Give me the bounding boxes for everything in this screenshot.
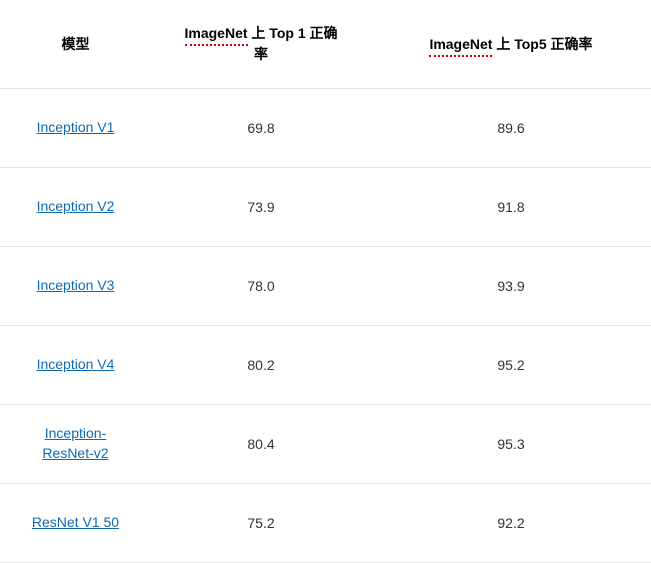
top1-value: 80.4 [247,436,274,452]
top1-cell: 75.2 [151,484,371,563]
table-row: Inception-ResNet-v2 80.4 95.3 [0,405,651,484]
model-link[interactable]: Inception V2 [27,197,125,217]
model-link[interactable]: Inception V3 [27,276,125,296]
table-body: Inception V1 69.8 89.6 Inception V2 73.9 91.8… [0,89,651,563]
top5-cell: 93.9 [371,247,651,326]
table-row: ResNet V1 50 75.2 92.2 [0,484,651,563]
top5-value: 89.6 [497,120,524,136]
model-cell: ResNet V1 50 [0,484,151,563]
top1-cell: 73.9 [151,168,371,247]
top5-value: 92.2 [497,515,524,531]
model-cell: Inception V4 [0,326,151,405]
header-top1: ImageNet 上 Top 1 正确 率 [151,0,371,89]
model-cell: Inception V2 [0,168,151,247]
top1-cell: 80.4 [151,405,371,484]
header-top5-prefix: ImageNet [429,34,492,55]
header-top1-prefix: ImageNet [185,23,248,44]
table-row: Inception V1 69.8 89.6 [0,89,651,168]
model-cell: Inception V3 [0,247,151,326]
model-link[interactable]: Inception V4 [27,355,125,375]
header-top5: ImageNet 上 Top5 正确率 [371,0,651,89]
header-model: 模型 [0,0,151,89]
top1-value: 69.8 [247,120,274,136]
top5-cell: 95.2 [371,326,651,405]
model-link[interactable]: Inception V1 [27,118,125,138]
top1-value: 80.2 [247,357,274,373]
top1-value: 78.0 [247,278,274,294]
top5-cell: 91.8 [371,168,651,247]
top5-value: 93.9 [497,278,524,294]
table-header-row: 模型 ImageNet 上 Top 1 正确 率 ImageNet 上 Top5… [0,0,651,89]
table-row: Inception V3 78.0 93.9 [0,247,651,326]
top5-cell: 89.6 [371,89,651,168]
model-link[interactable]: Inception-ResNet-v2 [32,424,118,463]
top1-cell: 78.0 [151,247,371,326]
top5-value: 91.8 [497,199,524,215]
header-top5-rest: 上 Top5 正确率 [492,36,592,52]
top1-value: 75.2 [247,515,274,531]
model-cell: Inception-ResNet-v2 [0,405,151,484]
table-row: Inception V4 80.2 95.2 [0,326,651,405]
header-top1-mid: 上 Top 1 正确 [248,25,338,41]
top5-cell: 92.2 [371,484,651,563]
header-top1-line2: 率 [254,46,268,62]
top5-value: 95.2 [497,357,524,373]
model-link[interactable]: ResNet V1 50 [22,513,129,533]
top1-cell: 80.2 [151,326,371,405]
top5-cell: 95.3 [371,405,651,484]
table-row: Inception V2 73.9 91.8 [0,168,651,247]
model-cell: Inception V1 [0,89,151,168]
top1-value: 73.9 [247,199,274,215]
accuracy-table: 模型 ImageNet 上 Top 1 正确 率 ImageNet 上 Top5… [0,0,651,563]
top5-value: 95.3 [497,436,524,452]
top1-cell: 69.8 [151,89,371,168]
